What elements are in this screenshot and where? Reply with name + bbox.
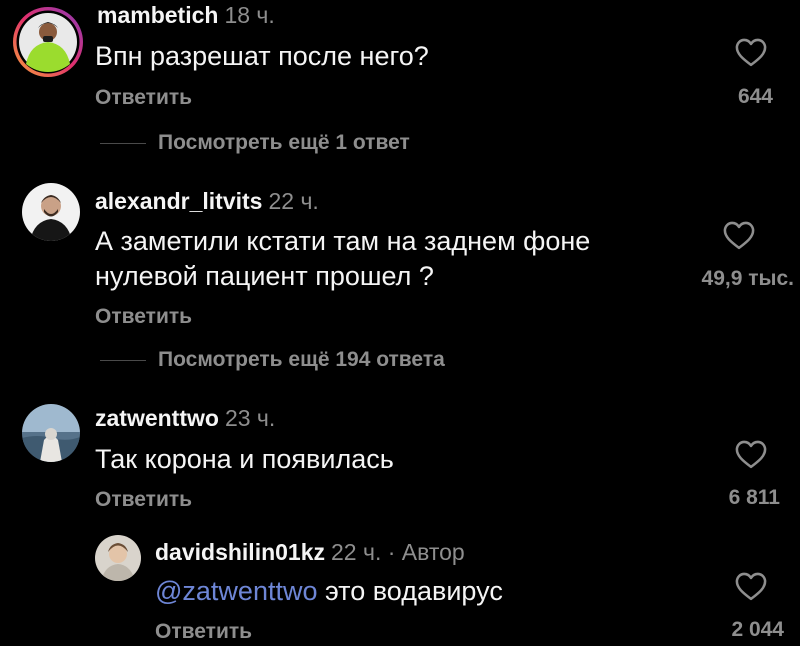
- heart-icon: [723, 221, 755, 250]
- username[interactable]: zatwenttwo: [95, 405, 219, 431]
- avatar[interactable]: [95, 535, 141, 581]
- like-button[interactable]: [734, 570, 768, 601]
- comment-text-line-2: нулевой пациент прошел ?: [95, 261, 434, 291]
- view-more-replies[interactable]: Посмотреть ещё 1 ответ: [100, 131, 410, 155]
- avatar-young-man-icon: [95, 535, 141, 581]
- comment-text-line-1: А заметили кстати там на заднем фоне: [95, 226, 591, 256]
- avatar[interactable]: [12, 6, 84, 78]
- reply-text-body: это водавирус: [317, 576, 503, 606]
- username[interactable]: davidshilin01kz: [155, 539, 325, 565]
- comment-header: alexandr_litvits 22 ч.: [95, 190, 319, 213]
- heart-icon: [735, 572, 767, 601]
- timestamp: 18 ч.: [224, 2, 275, 28]
- heart-icon: [735, 440, 767, 469]
- divider-line: [100, 142, 146, 144]
- avatar[interactable]: [22, 404, 80, 462]
- view-more-replies-label: Посмотреть ещё 194 ответа: [158, 348, 445, 371]
- like-count: 2 044: [731, 618, 784, 641]
- reply-button[interactable]: Ответить: [95, 87, 192, 108]
- like-count: 6 811: [728, 486, 780, 509]
- avatar-man-black-shirt-icon: [22, 183, 80, 241]
- view-more-replies[interactable]: Посмотреть ещё 194 ответа: [100, 348, 445, 372]
- timestamp-author: 22 ч. · Автор: [331, 539, 465, 565]
- reply-button[interactable]: Ответить: [95, 306, 192, 327]
- avatar[interactable]: [22, 183, 80, 241]
- comment-text: Впн разрешат после него?: [95, 41, 429, 71]
- comment-header: mambetich 18 ч.: [97, 4, 275, 27]
- view-more-replies-label: Посмотреть ещё 1 ответ: [158, 131, 410, 154]
- like-button[interactable]: [734, 438, 768, 469]
- username[interactable]: mambetich: [97, 2, 218, 28]
- reply-button[interactable]: Ответить: [95, 489, 192, 510]
- like-button[interactable]: [722, 219, 756, 250]
- timestamp: 22 ч.: [268, 188, 319, 214]
- reply-text: @zatwenttwo это водавирус: [155, 573, 503, 609]
- timestamp: 23 ч.: [224, 405, 276, 431]
- comment-header: zatwenttwo 23 ч.: [95, 407, 275, 430]
- avatar-green-shirt-person-icon: [13, 7, 83, 77]
- comment-text: Так корона и появилась: [95, 444, 394, 474]
- divider-line: [100, 359, 146, 361]
- like-count: 644: [737, 85, 773, 108]
- heart-icon: [735, 38, 767, 67]
- like-button[interactable]: [734, 36, 768, 67]
- reply-button[interactable]: Ответить: [155, 621, 252, 642]
- username[interactable]: alexandr_litvits: [95, 188, 262, 214]
- reply-header: davidshilin01kz 22 ч. · Автор: [155, 541, 465, 564]
- like-count: 49,9 тыс.: [701, 267, 794, 290]
- avatar-sea-sky-photo-icon: [22, 404, 80, 462]
- mention-link[interactable]: @zatwenttwo: [155, 576, 317, 606]
